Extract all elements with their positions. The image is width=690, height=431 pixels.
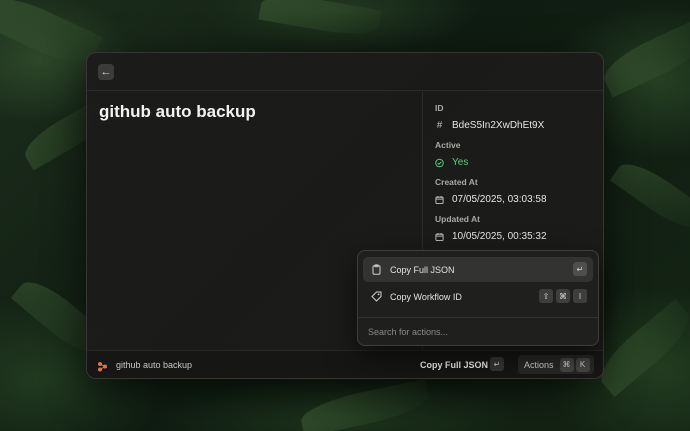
primary-action-button[interactable]: Copy Full JSON (420, 360, 488, 370)
clipboard-icon (371, 264, 382, 275)
meta-created: Created At 07/05/2025, 03:03:58 (435, 177, 547, 205)
menu-item-label: Copy Workflow ID (390, 291, 462, 302)
meta-id-value-row: # BdeS5In2XwDhEt9X (435, 120, 545, 131)
action-bar: github auto backup Copy Full JSON ↵ Acti… (87, 350, 603, 378)
updated-at-value: 10/05/2025, 00:35:32 (452, 231, 547, 242)
leaf-decoration (298, 378, 432, 431)
calendar-icon (435, 195, 444, 204)
k-key-hint: K (575, 357, 590, 372)
shift-key-hint: ⇧ (539, 289, 553, 303)
meta-active-label: Active (435, 140, 461, 150)
tag-icon (371, 291, 382, 302)
check-circle-icon (435, 158, 444, 167)
meta-updated-value-row: 10/05/2025, 00:35:32 (435, 231, 547, 242)
window-toolbar: ← (87, 53, 603, 91)
workflow-title: github auto backup (99, 102, 256, 121)
actions-popover: Copy Full JSON ↵ Copy Workflow ID ⇧ ⌘ I (357, 250, 599, 346)
arrow-left-icon: ← (100, 65, 112, 78)
hash-icon: # (436, 120, 443, 131)
command-key-hint: ⌘ (559, 357, 574, 372)
actions-search-input[interactable] (368, 325, 588, 339)
menu-item-shortcut: ↵ (573, 262, 587, 276)
leaf-decoration (609, 154, 690, 238)
enter-key-hint: ↵ (490, 357, 504, 371)
meta-updated: Updated At 10/05/2025, 00:35:32 (435, 214, 547, 242)
meta-id: ID # BdeS5In2XwDhEt9X (435, 103, 544, 131)
created-at-value: 07/05/2025, 03:03:58 (452, 194, 547, 205)
meta-updated-label: Updated At (435, 214, 481, 224)
actions-button-label: Actions (524, 359, 554, 370)
leaf-decoration (597, 18, 690, 98)
leaf-decoration (258, 0, 382, 41)
back-button[interactable]: ← (98, 64, 114, 80)
command-key-hint: ⌘ (556, 289, 570, 303)
actions-shortcut: ⌘ K (559, 357, 590, 372)
actions-button[interactable]: Actions ⌘ K (518, 355, 594, 374)
menu-item-label: Copy Full JSON (390, 264, 455, 275)
i-key-hint: I (573, 289, 587, 303)
menu-item-copy-full-json[interactable]: Copy Full JSON ↵ (363, 257, 593, 282)
actions-search (358, 317, 598, 345)
footer-workflow-name: github auto backup (116, 360, 193, 370)
calendar-icon (435, 232, 444, 241)
meta-id-label: ID (435, 103, 444, 113)
meta-created-label: Created At (435, 177, 478, 187)
n8n-logo-icon (97, 359, 108, 372)
meta-created-value-row: 07/05/2025, 03:03:58 (435, 194, 547, 205)
meta-active-value-row: Yes (435, 157, 468, 168)
active-status-value: Yes (452, 157, 469, 168)
menu-item-shortcut: ⇧ ⌘ I (539, 289, 587, 303)
enter-key-hint: ↵ (573, 262, 587, 276)
menu-item-copy-workflow-id[interactable]: Copy Workflow ID ⇧ ⌘ I (363, 284, 593, 309)
meta-active: Active Yes (435, 140, 468, 168)
leaf-decoration (591, 298, 690, 398)
workflow-id-value[interactable]: BdeS5In2XwDhEt9X (452, 120, 544, 131)
